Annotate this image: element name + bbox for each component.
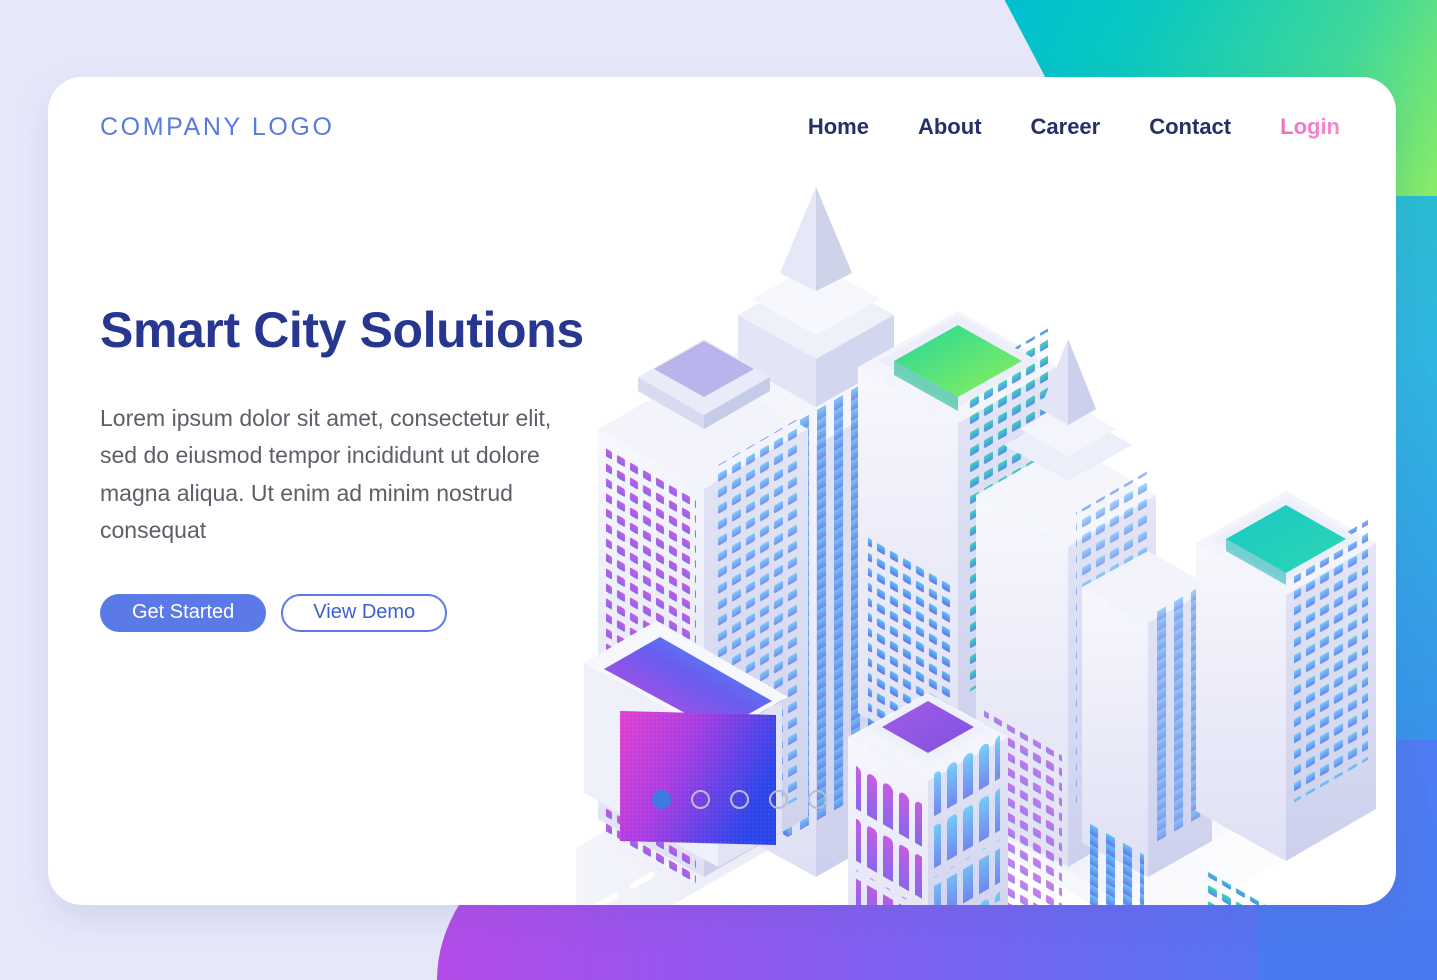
nav-link-contact[interactable]: Contact xyxy=(1149,114,1231,140)
hero-actions: Get Started View Demo xyxy=(100,593,630,632)
building-slim-stripe-tower xyxy=(1082,551,1212,905)
building-arched-window-tower xyxy=(848,693,1008,905)
company-logo[interactable]: COMPANY LOGO xyxy=(100,113,334,142)
nav-link-career[interactable]: Career xyxy=(1031,114,1101,140)
carousel-dot-2[interactable] xyxy=(691,790,710,809)
view-demo-button[interactable]: View Demo xyxy=(281,593,448,632)
get-started-button[interactable]: Get Started xyxy=(100,593,267,632)
site-header: COMPANY LOGO Home About Career Contact L… xyxy=(48,77,1396,177)
carousel-dot-5[interactable] xyxy=(808,790,827,809)
nav-link-login[interactable]: Login xyxy=(1280,114,1340,140)
carousel-dot-4[interactable] xyxy=(769,790,788,809)
hero-section: Smart City Solutions Lorem ipsum dolor s… xyxy=(100,302,630,632)
hero-description: Lorem ipsum dolor sit amet, consectetur … xyxy=(100,405,552,544)
carousel-pagination xyxy=(652,790,827,809)
main-navigation: Home About Career Contact Login xyxy=(808,114,1340,140)
isometric-city-illustration xyxy=(576,77,1396,905)
page-title: Smart City Solutions xyxy=(100,302,584,358)
nav-link-home[interactable]: Home xyxy=(808,114,869,140)
landing-page-card: COMPANY LOGO Home About Career Contact L… xyxy=(48,77,1396,905)
carousel-dot-1[interactable] xyxy=(652,790,671,809)
carousel-dot-3[interactable] xyxy=(730,790,749,809)
nav-link-about[interactable]: About xyxy=(918,114,982,140)
